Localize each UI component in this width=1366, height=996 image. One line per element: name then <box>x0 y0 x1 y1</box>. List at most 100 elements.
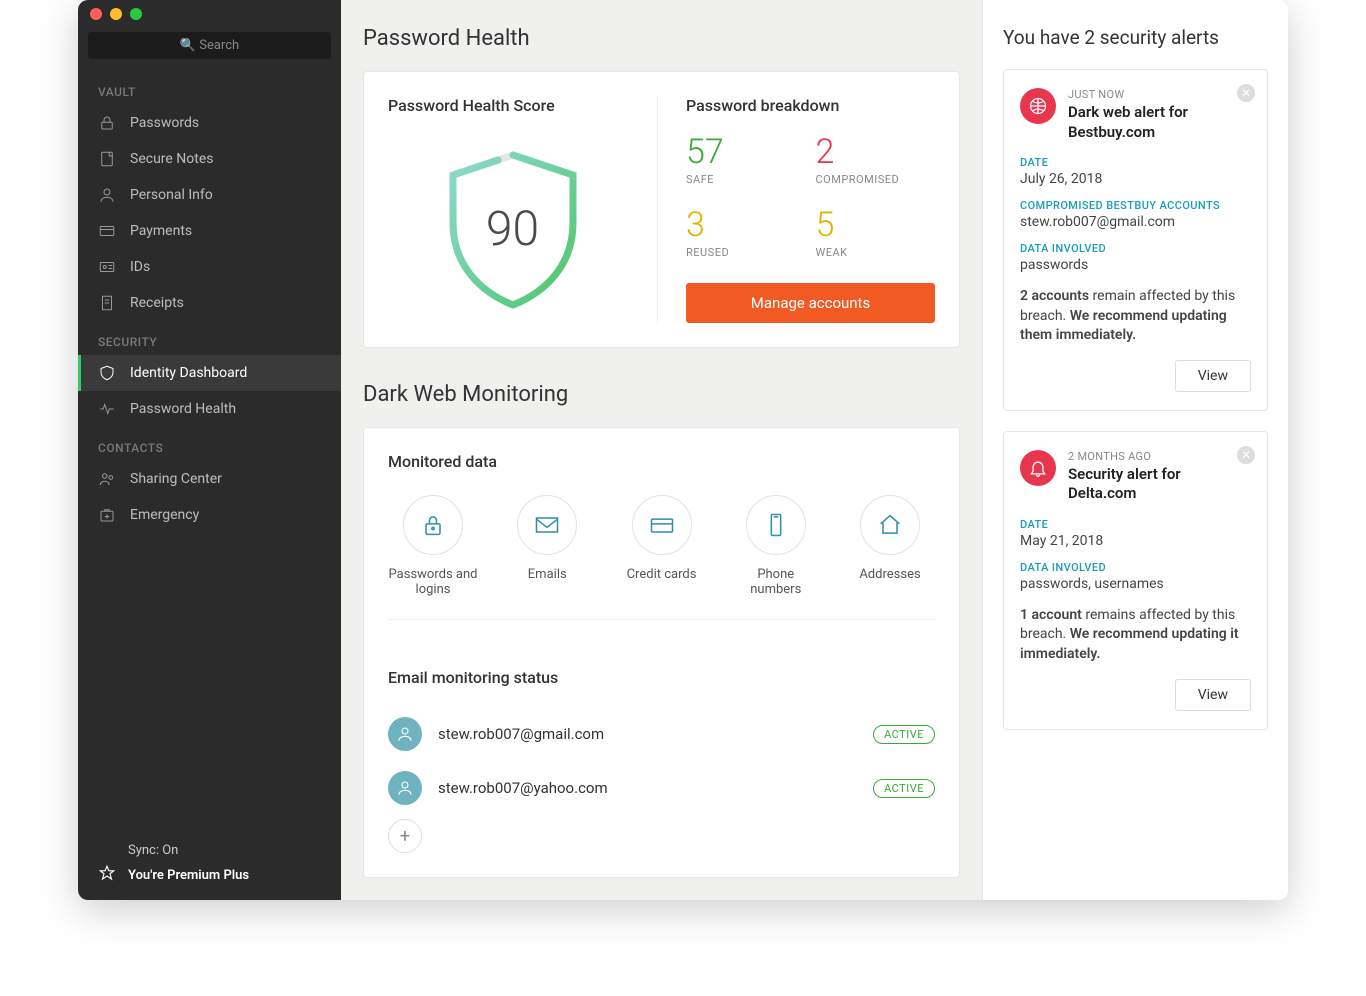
alert-date-label: DATE <box>1020 518 1251 531</box>
section-security-heading: SECURITY <box>78 321 341 355</box>
sidebar-item-label: Identity Dashboard <box>130 365 247 381</box>
alerts-panel: You have 2 security alerts ✕ JUST NOW Da… <box>983 0 1288 900</box>
email-row: stew.rob007@gmail.com ACTIVE <box>388 707 935 761</box>
section-vault-heading: VAULT <box>78 71 341 105</box>
lock-icon <box>98 114 116 132</box>
alert-involved-value: passwords <box>1020 257 1251 273</box>
sidebar-item-label: Personal Info <box>130 187 213 203</box>
maximize-window-button[interactable] <box>130 8 142 20</box>
sidebar-item-emergency[interactable]: Emergency <box>78 497 341 533</box>
alert-card: ✕ 2 MONTHS AGO Security alert for Delta.… <box>1003 431 1268 730</box>
password-health-card: Password Health Score 90 Pass <box>363 71 960 348</box>
monitored-data-heading: Monitored data <box>388 452 935 471</box>
alert-accounts-value: stew.rob007@gmail.com <box>1020 214 1251 230</box>
manage-accounts-button[interactable]: Manage accounts <box>686 283 935 323</box>
sidebar-item-label: Passwords <box>130 115 199 131</box>
avatar-icon <box>388 771 422 805</box>
titlebar <box>78 0 341 28</box>
main-content: Password Health Password Health Score 90 <box>341 0 983 900</box>
email-row: stew.rob007@yahoo.com ACTIVE <box>388 761 935 815</box>
sidebar-item-receipts[interactable]: Receipts <box>78 285 341 321</box>
sidebar-item-identity-dashboard[interactable]: Identity Dashboard <box>78 355 341 391</box>
shield-icon <box>98 364 116 382</box>
sidebar-item-sharing-center[interactable]: Sharing Center <box>78 461 341 497</box>
alert-body: 1 account remains affected by this breac… <box>1020 606 1251 665</box>
view-alert-button[interactable]: View <box>1175 360 1251 392</box>
metric-safe: 57SAFE <box>686 135 806 186</box>
email-status-heading: Email monitoring status <box>388 668 935 687</box>
minimize-window-button[interactable] <box>110 8 122 20</box>
alert-card: ✕ JUST NOW Dark web alert for Bestbuy.co… <box>1003 69 1268 411</box>
alerts-heading: You have 2 security alerts <box>1003 26 1268 49</box>
sidebar-footer: Sync: On You're Premium Plus <box>78 829 341 900</box>
close-alert-button[interactable]: ✕ <box>1237 446 1255 464</box>
status-badge: ACTIVE <box>873 779 935 798</box>
email-address: stew.rob007@yahoo.com <box>438 779 857 797</box>
alert-date-value: July 26, 2018 <box>1020 171 1251 187</box>
search-input[interactable] <box>88 32 331 59</box>
alert-time: 2 MONTHS AGO <box>1068 450 1251 463</box>
sidebar-item-label: Password Health <box>130 401 236 417</box>
data-type-addresses: Addresses <box>845 495 935 597</box>
sidebar-item-password-health[interactable]: Password Health <box>78 391 341 427</box>
sidebar-item-label: Sharing Center <box>130 471 222 487</box>
plan-status: You're Premium Plus <box>98 864 321 886</box>
close-alert-button[interactable]: ✕ <box>1237 84 1255 102</box>
pulse-icon <box>98 400 116 418</box>
web-alert-icon <box>1020 88 1056 124</box>
dark-web-card: Monitored data Passwords and logins Emai… <box>363 427 960 878</box>
person-icon <box>98 186 116 204</box>
alert-involved-label: DATA INVOLVED <box>1020 561 1251 574</box>
dark-web-heading: Dark Web Monitoring <box>363 382 960 407</box>
sidebar-item-ids[interactable]: IDs <box>78 249 341 285</box>
section-contacts-heading: CONTACTS <box>78 427 341 461</box>
note-icon <box>98 150 116 168</box>
view-alert-button[interactable]: View <box>1175 679 1251 711</box>
alert-title: Dark web alert for Bestbuy.com <box>1068 103 1251 142</box>
sync-status: Sync: On <box>98 843 321 858</box>
health-score-value: 90 <box>486 200 539 257</box>
alert-title: Security alert for Delta.com <box>1068 465 1251 504</box>
sidebar-item-label: Secure Notes <box>130 151 214 167</box>
emergency-icon <box>98 506 116 524</box>
alert-time: JUST NOW <box>1068 88 1251 101</box>
metric-reused: 3REUSED <box>686 208 806 259</box>
bell-alert-icon <box>1020 450 1056 486</box>
health-score-shield: 90 <box>433 143 593 313</box>
avatar-icon <box>388 717 422 751</box>
add-email-button[interactable]: + <box>388 819 422 853</box>
people-icon <box>98 470 116 488</box>
breakdown-heading: Password breakdown <box>686 96 935 115</box>
alert-involved-label: DATA INVOLVED <box>1020 242 1251 255</box>
alert-accounts-label: COMPROMISED BESTBUY ACCOUNTS <box>1020 199 1251 212</box>
metric-weak: 5WEAK <box>816 208 936 259</box>
data-type-credit-cards: Credit cards <box>617 495 707 597</box>
status-badge: ACTIVE <box>873 725 935 744</box>
data-type-passwords: Passwords and logins <box>388 495 478 597</box>
sidebar: VAULT Passwords Secure Notes Personal In… <box>78 0 341 900</box>
data-type-phone-numbers: Phone numbers <box>731 495 821 597</box>
receipt-icon <box>98 294 116 312</box>
card-icon <box>98 222 116 240</box>
sidebar-item-personal-info[interactable]: Personal Info <box>78 177 341 213</box>
star-icon <box>98 864 116 886</box>
sidebar-item-label: Receipts <box>130 295 184 311</box>
alert-involved-value: passwords, usernames <box>1020 576 1251 592</box>
id-icon <box>98 258 116 276</box>
sidebar-item-payments[interactable]: Payments <box>78 213 341 249</box>
email-address: stew.rob007@gmail.com <box>438 725 857 743</box>
password-health-heading: Password Health <box>363 26 960 51</box>
metric-compromised: 2COMPROMISED <box>816 135 936 186</box>
app-window: VAULT Passwords Secure Notes Personal In… <box>78 0 1288 900</box>
close-window-button[interactable] <box>90 8 102 20</box>
alert-date-value: May 21, 2018 <box>1020 533 1251 549</box>
sidebar-item-secure-notes[interactable]: Secure Notes <box>78 141 341 177</box>
score-heading: Password Health Score <box>388 96 637 115</box>
sidebar-item-label: IDs <box>130 259 150 275</box>
alert-date-label: DATE <box>1020 156 1251 169</box>
sidebar-item-label: Emergency <box>130 507 199 523</box>
sidebar-item-label: Payments <box>130 223 192 239</box>
data-type-emails: Emails <box>502 495 592 597</box>
sidebar-item-passwords[interactable]: Passwords <box>78 105 341 141</box>
alert-body: 2 accounts remain affected by this breac… <box>1020 287 1251 346</box>
